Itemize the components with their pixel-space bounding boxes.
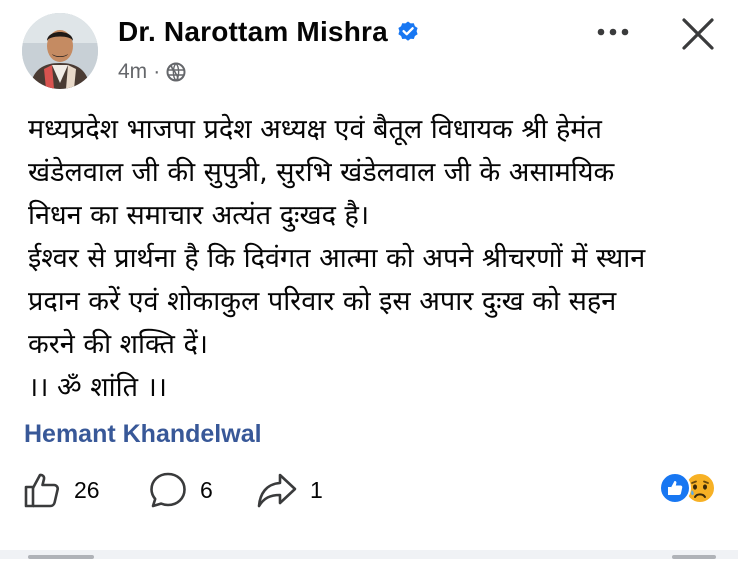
post-body-line: ।। ॐ शांति ।। (28, 372, 168, 403)
verified-badge-icon (396, 20, 420, 44)
meta-separator: · (153, 60, 161, 83)
reaction-summary[interactable] (658, 471, 718, 505)
author-avatar[interactable] (22, 13, 98, 89)
comment-button[interactable]: 6 (148, 465, 213, 515)
facebook-post: Dr. Narottam Mishra 4m · मध्यप्रदेश भाजप… (0, 0, 738, 559)
next-post-preview (0, 540, 738, 559)
comment-count: 6 (200, 476, 213, 503)
post-header: Dr. Narottam Mishra 4m · (0, 0, 738, 100)
post-time[interactable]: 4m (118, 60, 147, 84)
share-button[interactable]: 1 (256, 465, 323, 515)
close-button[interactable] (676, 12, 720, 56)
post-body-line: मध्यप्रदेश भाजपा प्रदेश अध्यक्ष एवं बैतू… (28, 114, 602, 145)
like-button[interactable]: 26 (22, 465, 100, 515)
avatar-image (22, 13, 98, 89)
thumbs-up-icon (24, 473, 60, 508)
post-body: मध्यप्रदेश भाजपा प्रदेश अध्यक्ष एवं बैतू… (28, 108, 728, 409)
close-icon (682, 18, 714, 50)
next-post-fragment (0, 550, 738, 559)
post-meta: 4m · (118, 60, 186, 84)
post-actions: 26 6 1 (0, 465, 738, 515)
author-row: Dr. Narottam Mishra (118, 16, 420, 48)
share-arrow-icon (257, 473, 297, 508)
post-body-line: करने की शक्ति दें। (28, 329, 209, 360)
more-options-button[interactable] (591, 14, 635, 50)
more-dots-icon (597, 28, 629, 36)
like-count: 26 (74, 476, 100, 503)
post-body-line: प्रदान करें एवं शोकाकुल परिवार को इस अपा… (28, 286, 617, 317)
share-count: 1 (310, 476, 323, 503)
post-body-line: निधन का समाचार अत्यंत दुःखद है। (28, 200, 370, 231)
tagged-person-link[interactable]: Hemant Khandelwal (24, 420, 262, 449)
author-name[interactable]: Dr. Narottam Mishra (118, 16, 388, 48)
post-body-line: ईश्वर से प्रार्थना है कि दिवंगत आत्मा को… (28, 243, 646, 274)
globe-icon[interactable] (166, 62, 186, 82)
post-body-line: खंडेलवाल जी की सुपुत्री, सुरभि खंडेलवाल … (28, 157, 615, 188)
comment-bubble-icon (150, 472, 186, 508)
reaction-icons (659, 472, 716, 504)
like-reaction-icon (659, 472, 691, 504)
